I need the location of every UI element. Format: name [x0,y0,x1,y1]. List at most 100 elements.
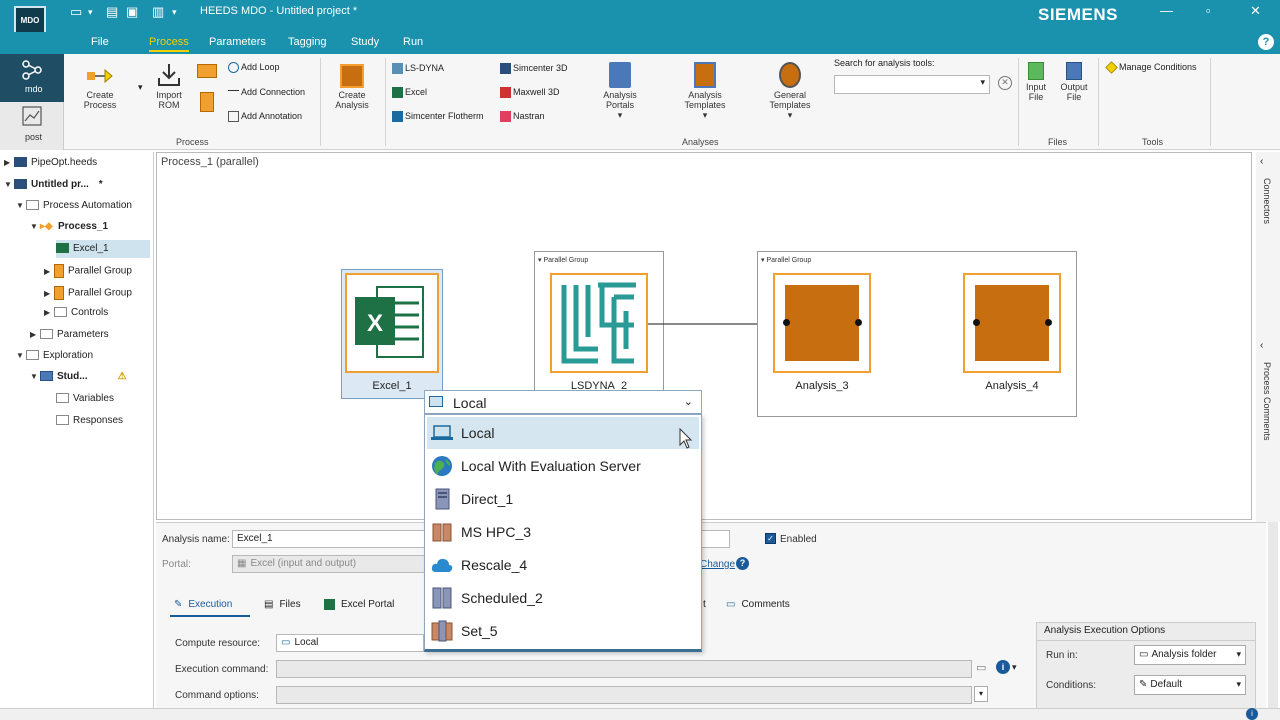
tab-comments[interactable]: ▭ Comments [726,599,790,610]
tree-item-variables[interactable]: Variables [56,393,114,404]
minimize-icon[interactable]: — [1160,3,1173,18]
analysis-portals-button[interactable]: Analysis Portals ▾ [596,62,644,120]
open-folder-icon[interactable]: ▤ [106,4,118,20]
tab-run[interactable]: Run [403,36,423,48]
folder-icon[interactable]: ▭ [976,661,986,674]
expand-icon[interactable]: ▾ [974,686,988,702]
input-port[interactable] [783,319,790,326]
tree-item-exploration[interactable]: ▼ Exploration [16,350,93,361]
mode-post-button[interactable]: post [0,102,64,150]
chevron-down-icon[interactable]: ▾ [172,7,177,18]
help-icon[interactable]: ? [736,557,749,570]
tab-hidden-partial[interactable]: t [703,599,706,610]
dropdown-option-local[interactable]: Local [427,417,699,449]
add-loop-button[interactable]: Add Loop [228,62,280,74]
tab-execution[interactable]: ✎ Execution [174,599,232,610]
add-annotation-button[interactable]: Add Annotation [228,111,302,123]
tree-item-process-1[interactable]: ▼ ▸◆ Process_1 [30,221,108,232]
tab-study[interactable]: Study [351,36,379,48]
general-templates-button[interactable]: General Templates ▾ [766,62,814,120]
connectors-panel-tab[interactable]: Connectors [1262,178,1272,224]
create-analysis-button[interactable]: Create Analysis [332,64,372,110]
chevron-down-icon[interactable]: ▾ [1012,662,1017,673]
chevron-right-icon[interactable]: ▶ [44,289,54,298]
run-in-select[interactable]: ▭ Analysis folder ▾ [1134,645,1246,665]
analysis-4-node[interactable] [963,273,1061,373]
excel-node[interactable]: X [345,273,439,373]
help-icon[interactable]: ? [1258,34,1274,50]
command-options-input[interactable] [276,686,972,704]
ls-dyna-button[interactable]: LS-DYNA [392,63,444,75]
close-icon[interactable]: ✕ [1250,3,1261,19]
dropdown-option-set-5[interactable]: Set_5 [427,615,699,647]
info-icon[interactable]: i [1246,708,1258,720]
create-process-button[interactable]: Create Process [80,62,120,110]
tree-item-untitled-project[interactable]: ▼ Untitled pr... * [4,179,103,190]
chevron-right-icon[interactable]: ▶ [30,330,40,339]
excel-button[interactable]: Excel [392,87,427,99]
search-analysis-input[interactable]: ▾ [834,75,990,94]
analysis-templates-button[interactable]: Analysis Templates ▾ [682,62,728,120]
dropdown-option-scheduled-2[interactable]: Scheduled_2 [427,582,699,614]
dropdown-option-direct-1[interactable]: Direct_1 [427,483,699,515]
tree-item-responses[interactable]: Responses [56,415,123,426]
dropdown-option-local-with-evaluation-server[interactable]: Local With Evaluation Server [427,450,699,482]
maximize-icon[interactable]: ▫ [1206,3,1211,18]
output-port[interactable] [1045,319,1052,326]
save-as-icon[interactable]: ▥ [152,4,164,20]
tree-item-process-automation[interactable]: ▼ Process Automation [16,200,132,211]
manage-conditions-button[interactable]: Manage Conditions [1105,61,1197,74]
output-port[interactable] [855,319,862,326]
chevron-down-icon[interactable]: ▼ [16,351,26,360]
chevron-right-icon[interactable]: ▶ [4,158,14,167]
nastran-button[interactable]: Nastran [500,111,545,123]
tree-item-parallel-group-1[interactable]: ▶ Parallel Group [44,264,132,278]
new-file-icon[interactable]: ▭ [70,4,82,20]
enabled-checkbox[interactable]: ✓ [765,533,776,544]
conditions-select[interactable]: ✎ Default ▾ [1134,675,1246,695]
input-port[interactable] [973,319,980,326]
process-comments-panel-tab[interactable]: Process Comments [1262,362,1272,441]
chevron-down-icon[interactable]: ▾ [88,7,93,18]
group-block-icon[interactable] [200,92,214,112]
chevron-right-icon[interactable]: ▶ [44,267,54,276]
execution-command-input[interactable] [276,660,972,678]
simcenter-flotherm-button[interactable]: Simcenter Flotherm [392,111,484,123]
chevron-right-icon[interactable]: ▶ [44,308,54,317]
tab-files[interactable]: ▤ Files [264,599,301,610]
output-file-button[interactable]: Output File [1058,62,1090,102]
info-icon[interactable]: i [996,660,1010,674]
chevron-down-icon[interactable]: ▼ [4,180,14,189]
tab-process[interactable]: Process [149,36,189,52]
chevron-down-icon[interactable]: ▼ [30,222,40,231]
lsdyna-node[interactable] [550,273,648,373]
save-icon[interactable]: ▣ [126,4,138,20]
tab-parameters[interactable]: Parameters [209,36,266,48]
analysis-3-node[interactable] [773,273,871,373]
chevron-down-icon[interactable]: ▼ [30,372,40,381]
import-rom-button[interactable]: Import ROM [150,62,188,110]
tree-item-study[interactable]: ▼ Stud... ⚠ [30,371,127,382]
process-canvas[interactable] [156,152,1252,520]
chevron-left-icon[interactable]: ‹ [1260,156,1263,167]
dropdown-option-rescale-4[interactable]: Rescale_4 [427,549,699,581]
tree-item-controls[interactable]: ▶ Controls [44,307,108,318]
add-connection-button[interactable]: Add Connection [228,87,305,97]
tree-item-parallel-group-2[interactable]: ▶ Parallel Group [44,286,132,300]
tree-item-excel-1[interactable]: Excel_1 [56,240,150,258]
chevron-left-icon[interactable]: ‹ [1260,340,1263,351]
compute-resource-select[interactable]: ▭ Local [276,634,424,652]
simcenter-3d-button[interactable]: Simcenter 3D [500,63,568,75]
compute-resource-dropdown-header[interactable]: Local ⌄ [424,390,702,414]
tree-item-parameters[interactable]: ▶ Parameters [30,329,109,340]
tab-tagging[interactable]: Tagging [288,36,327,48]
tab-excel-portal[interactable]: Excel Portal [324,599,394,610]
loop-block-icon[interactable] [197,64,217,78]
tab-file[interactable]: File [91,36,109,48]
chevron-down-icon[interactable]: ▼ [16,201,26,210]
clear-search-icon[interactable]: ✕ [998,76,1012,90]
panel-scrollbar[interactable] [1268,522,1278,708]
input-file-button[interactable]: Input File [1022,62,1050,102]
change-portal-link[interactable]: Change [700,559,735,570]
maxwell-3d-button[interactable]: Maxwell 3D [500,87,560,99]
